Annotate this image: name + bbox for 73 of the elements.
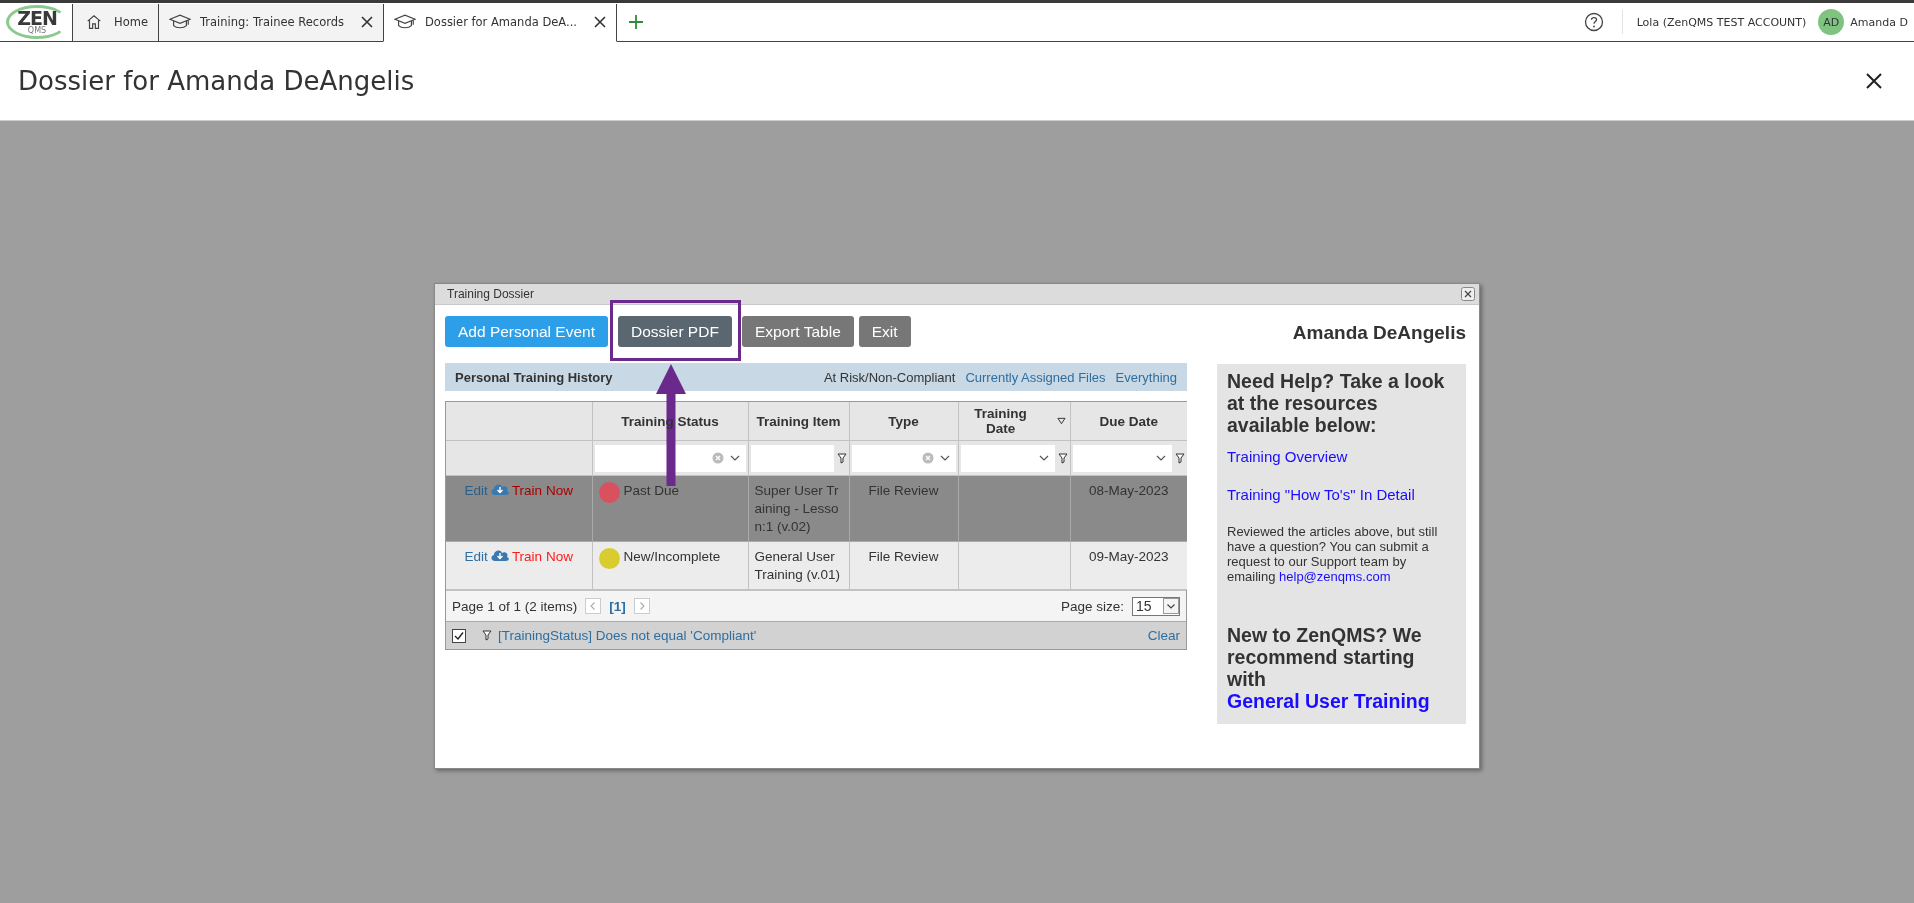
table-cell: 08-May-2023 (1088, 483, 1169, 498)
filter-field[interactable] (750, 444, 834, 472)
add-tab-icon[interactable] (628, 15, 643, 29)
table-cell: Super User Training - Lesson:1 (v.02) (754, 483, 839, 534)
table-cell: Past Due (623, 482, 680, 500)
cloud-download-icon[interactable] (489, 482, 510, 496)
filter-field[interactable] (960, 444, 1055, 472)
clear-icon (711, 452, 724, 464)
table-cell: 09-May-2023 (1088, 549, 1169, 564)
view-link[interactable]: Everything (1115, 369, 1177, 385)
clear-filter-link[interactable]: Clear (1147, 628, 1180, 643)
caret-icon (1038, 455, 1049, 461)
table-cell: General User Training (v.01) (754, 549, 841, 582)
page-size-select[interactable]: 15 (1132, 596, 1180, 616)
caret-icon (1156, 455, 1166, 461)
tab-label: Home (114, 15, 148, 29)
filter-icon[interactable] (1057, 452, 1068, 464)
person-name: Amanda DeAngelis (1291, 322, 1466, 344)
user-name[interactable]: Amanda D (1850, 15, 1908, 29)
browser-tab[interactable]: Home (72, 3, 158, 42)
tab-label: Training: Trainee Records (199, 15, 344, 29)
page-size-label: Page size: (1060, 598, 1124, 614)
view-link[interactable]: Currently Assigned Files (965, 369, 1106, 385)
filter-field[interactable] (851, 444, 956, 472)
action-button[interactable]: Dossier PDF (618, 316, 732, 347)
user-avatar[interactable]: AD (1818, 9, 1845, 35)
train-now-link[interactable]: Train Now (511, 549, 573, 564)
edit-link[interactable]: Edit (464, 549, 488, 564)
email-link[interactable]: help@zenqms.com (1279, 569, 1391, 584)
cloud-download-icon[interactable] (489, 548, 510, 562)
close-icon[interactable] (1866, 73, 1882, 89)
account-name[interactable]: Lola (ZenQMS TEST ACCOUNT) (1636, 15, 1807, 29)
filter-icon (482, 630, 492, 641)
close-icon[interactable] (1461, 287, 1475, 301)
table-cell: New/Incomplete (623, 548, 721, 566)
pager-summary: Page 1 of 1 (2 items) (452, 598, 578, 614)
view-link[interactable]: At Risk/Non-Compliant (823, 369, 956, 385)
filter-menu-icon[interactable] (1056, 417, 1066, 425)
browser-tab[interactable]: Dossier for Amanda DeA... (383, 3, 617, 42)
help-heading: Need Help? Take a look at the resources available below: (1227, 370, 1446, 436)
current-page[interactable]: [1] (609, 598, 626, 614)
caret-icon (1163, 598, 1179, 614)
clear-icon (921, 452, 934, 464)
tab-label: Dossier for Amanda DeA... (425, 15, 577, 29)
filter-field[interactable] (1072, 444, 1172, 472)
dialog-title: Training Dossier (447, 287, 535, 301)
action-button[interactable]: Exit (858, 316, 911, 347)
table-cell: File Review (868, 549, 939, 564)
close-icon[interactable] (361, 16, 373, 28)
section-title: Personal Training History (455, 369, 613, 385)
close-icon[interactable] (593, 16, 606, 28)
recommendation-text: New to ZenQMS? We recommend starting with General User Training (1227, 624, 1431, 712)
filter-icon[interactable] (1175, 452, 1185, 464)
table-cell: File Review (868, 483, 939, 498)
page-title: Dossier for Amanda DeAngelis (18, 66, 416, 96)
checkbox[interactable] (452, 628, 466, 643)
caret-icon (729, 455, 740, 461)
action-button[interactable]: Export Table (741, 316, 854, 347)
filter-icon[interactable] (836, 452, 847, 464)
table-row[interactable]: Edit Train Now Past Due Super User Training - Lesson:1 (v.02) File Review 08-May-2023 (446, 475, 1187, 542)
help-text: Reviewed the articles above, but still have a question? You can submit a request to our Support team by emailing help@zenqms.com (1227, 524, 1439, 584)
help-link[interactable]: Training Overview (1227, 448, 1456, 465)
filter-expression-link[interactable]: [TrainingStatus] Does not equal 'Compliant' (498, 628, 757, 643)
browser-tab[interactable]: Training: Trainee Records (157, 3, 383, 42)
help-icon[interactable] (1583, 12, 1604, 32)
filter-field[interactable] (594, 444, 746, 472)
graduation-cap-icon (168, 13, 191, 31)
help-link[interactable]: Training "How To's" In Detail (1227, 486, 1456, 503)
column-header[interactable]: Type (888, 413, 919, 429)
caret-icon (939, 455, 950, 461)
training-link[interactable]: General User Training (1227, 690, 1430, 712)
graduation-cap-icon (394, 13, 416, 31)
table-row[interactable]: Edit Train Now New/Incomplete General User Training (v.01) File Review 09-May-2023 (446, 541, 1187, 590)
